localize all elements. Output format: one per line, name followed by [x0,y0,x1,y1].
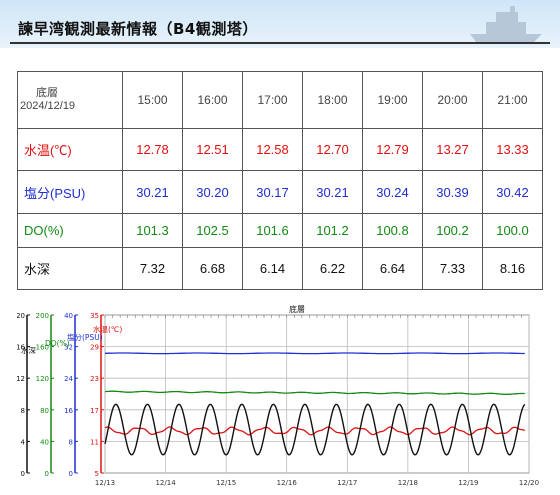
y-tick-label: 80 [40,407,49,415]
y-tick-label: 24 [64,375,73,383]
table-cell: 30.21 [122,170,183,214]
table-cell: 30.24 [362,170,423,214]
table-header-row: 底層 2024/12/19 15:00 16:00 17:00 18:00 19… [17,70,543,130]
page-title: 諫早湾観測最新情報（B4観測塔） [18,20,258,38]
x-tick-label: 12/17 [337,479,357,487]
table-cell: 30.42 [482,170,543,214]
time-header: 21:00 [482,70,543,130]
x-tick-label: 12/14 [155,479,176,487]
time-header: 16:00 [182,70,243,130]
y-tick-label: 35 [90,312,99,320]
y-tick-label: 16 [64,407,73,415]
table-cell: 101.3 [122,212,183,248]
y-tick-label: 40 [40,438,49,446]
y-tick-label: 120 [36,375,49,383]
x-tick-label: 12/20 [519,479,539,487]
chart-svg: 12/13 12/14 12/15 12/16 12/17 12/18 12/19 12/20… [17,304,539,487]
table-cell: 100.0 [482,212,543,248]
table-cell: 102.5 [182,212,243,248]
row-label-temperature: 水温(℃) [17,128,123,172]
y-tick-label: 12 [17,375,25,383]
x-tick-label: 12/18 [398,479,418,487]
page-header: 諫早湾観測最新情報（B4観測塔） [0,0,560,48]
table-row-depth: 水深 7.32 6.68 6.14 6.22 6.64 7.33 8.16 [17,246,543,291]
chart-title: 底層 [289,304,305,314]
table-cell: 6.64 [362,246,423,291]
table-cell: 101.2 [302,212,363,248]
y-tick-label: 23 [90,375,99,383]
table-cell: 6.22 [302,246,363,291]
table-row-salinity: 塩分(PSU) 30.21 30.20 30.17 30.21 30.24 30… [17,170,543,214]
table-cell: 8.16 [482,246,543,291]
header-rule [10,42,550,44]
table-cell: 100.8 [362,212,423,248]
table-cell: 101.6 [242,212,303,248]
table-cell: 7.32 [122,246,183,291]
row-label-do: DO(%) [17,212,123,248]
table-cell: 12.78 [122,128,183,172]
table-cell: 12.58 [242,128,303,172]
table-cell: 100.2 [422,212,483,248]
axis-name-label: 水温(℃) [93,324,122,334]
y-tick-label: 4 [21,438,26,446]
time-header: 15:00 [122,70,183,130]
table-cell: 12.51 [182,128,243,172]
layer-date-cell: 底層 2024/12/19 [17,70,123,130]
x-tick-label: 12/15 [216,479,236,487]
time-header: 20:00 [422,70,483,130]
table-cell: 12.70 [302,128,363,172]
y-tick-label: 11 [90,438,99,446]
observation-table: 底層 2024/12/19 15:00 16:00 17:00 18:00 19… [17,70,543,291]
y-tick-label: 29 [90,344,99,352]
axis-name-label: 水深 [21,345,36,355]
y-tick-label: 5 [95,470,99,478]
table-cell: 7.33 [422,246,483,291]
table-cell: 12.79 [362,128,423,172]
y-tick-label: 40 [64,312,73,320]
x-tick-label: 12/19 [458,479,478,487]
ship-icon [470,6,542,42]
y-tick-label: 0 [21,470,25,478]
y-tick-label: 20 [17,312,25,320]
table-cell: 6.14 [242,246,303,291]
y-tick-label: 8 [69,438,73,446]
table-cell: 13.33 [482,128,543,172]
table-cell: 13.27 [422,128,483,172]
x-tick-label: 12/13 [95,479,115,487]
row-label-salinity: 塩分(PSU) [17,170,123,214]
table-cell: 30.39 [422,170,483,214]
y-tick-label: 0 [45,470,49,478]
table-cell: 30.21 [302,170,363,214]
table-cell: 30.20 [182,170,243,214]
table-cell: 30.17 [242,170,303,214]
x-tick-label: 12/16 [277,479,298,487]
layer-label: 底層 [36,87,58,100]
time-header: 19:00 [362,70,423,130]
row-label-depth: 水深 [17,246,123,291]
time-header: 17:00 [242,70,303,130]
time-header: 18:00 [302,70,363,130]
table-row-temperature: 水温(℃) 12.78 12.51 12.58 12.70 12.79 13.2… [17,128,543,172]
timeseries-chart: 12/13 12/14 12/15 12/16 12/17 12/18 12/19 12/20… [17,303,543,489]
table-cell: 6.68 [182,246,243,291]
y-tick-label: 17 [90,407,99,415]
y-tick-label: 8 [21,407,25,415]
date-label: 2024/12/19 [20,100,76,113]
y-tick-label: 0 [69,470,73,478]
y-tick-label: 200 [36,312,49,320]
table-row-do: DO(%) 101.3 102.5 101.6 101.2 100.8 100.… [17,212,543,248]
series-line-salinity [105,352,525,355]
